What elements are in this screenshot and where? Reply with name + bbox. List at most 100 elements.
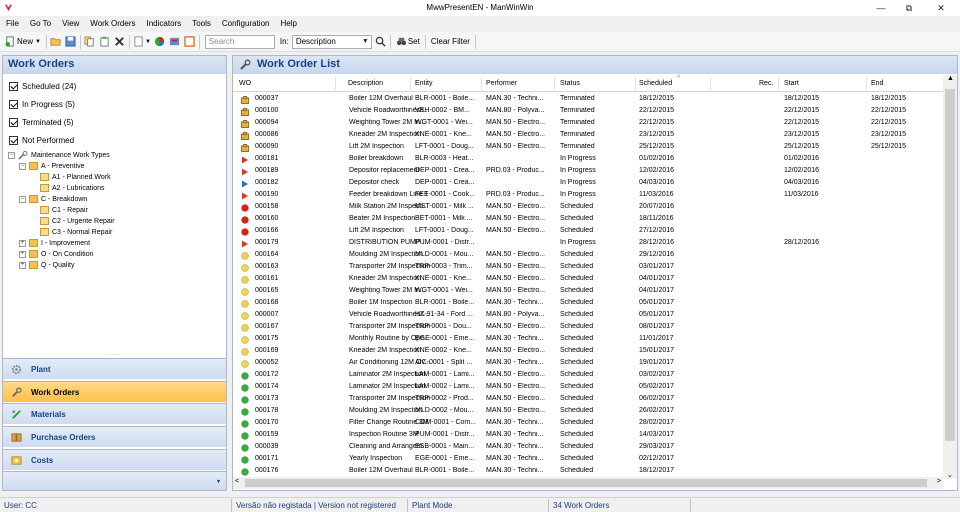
page-dropdown-icon[interactable]: ▼	[145, 39, 151, 45]
table-row[interactable]: 000181 Boiler breakdown BLR-0003 - Heat...…	[233, 154, 943, 166]
tree-node-a2[interactable]: A2 - Lubrications	[40, 183, 105, 193]
table-row[interactable]: 000052 Air Conditioning 12M Ov... AIC-0001…	[233, 358, 943, 370]
tree-node-c-breakdown[interactable]: − C - Breakdown	[19, 194, 87, 204]
column-divider[interactable]	[778, 77, 779, 90]
tree-node-q-quality[interactable]: + Q - Quality	[19, 260, 74, 270]
table-row[interactable]: 000160 Beater 2M Inspection BET-0001 - Mil…	[233, 214, 943, 226]
table-row[interactable]: 000037 Boiler 12M Overhaul BLR-0001 - Boil…	[233, 94, 943, 106]
vertical-scroll-thumb[interactable]	[945, 89, 955, 441]
expand-icon[interactable]: +	[19, 261, 26, 269]
column-divider[interactable]	[335, 77, 336, 90]
column-header-description[interactable]: Description	[348, 80, 383, 87]
column-header-entity[interactable]: Entity	[415, 80, 433, 87]
table-row[interactable]: 000161 Kneader 2M Inspection KNE-0001 - Kn…	[233, 274, 943, 286]
collapse-icon[interactable]: −	[8, 151, 15, 159]
search-icon[interactable]	[375, 36, 386, 47]
horizontal-scrollbar[interactable]: < >	[233, 477, 943, 489]
report-icon[interactable]	[169, 36, 180, 47]
table-row[interactable]: 000178 Moulding 2M Inspection MLD-0002 - M…	[233, 406, 943, 418]
table-row[interactable]: 000163 Transporter 2M Inspection TRP-0003 …	[233, 262, 943, 274]
scroll-left-icon[interactable]: <	[235, 478, 239, 485]
column-divider[interactable]	[635, 77, 636, 90]
paste-icon[interactable]	[99, 36, 110, 47]
menu-work-orders[interactable]: Work Orders	[90, 19, 135, 28]
menu-go-to[interactable]: Go To	[30, 19, 51, 28]
column-divider[interactable]	[710, 77, 711, 90]
maximize-button[interactable]: ⧉	[896, 1, 922, 15]
nav-overflow[interactable]: ▾	[3, 471, 226, 490]
table-row[interactable]: 000173 Transporter 2M Inspection TRP-0002 …	[233, 394, 943, 406]
table-row[interactable]: 000172 Laminator 2M Inspection LAM-0001 - …	[233, 370, 943, 382]
filter-in-progress[interactable]: In Progress (5)	[9, 100, 75, 109]
table-row[interactable]: 000039 Cleaning and Arrangem... ESB-0001 -…	[233, 442, 943, 454]
search-field-select[interactable]: Description ▼	[291, 34, 372, 49]
column-header-wo[interactable]: WO	[239, 80, 251, 87]
table-row[interactable]: 000165 Weighting Tower 2M In... WGT-0001 -…	[233, 286, 943, 298]
horizontal-scroll-thumb[interactable]	[245, 479, 927, 487]
menu-help[interactable]: Help	[280, 19, 296, 28]
table-row[interactable]: 000159 Inspection Routine 3M PUM-0001 - Di…	[233, 430, 943, 442]
column-divider[interactable]	[481, 77, 482, 90]
table-row[interactable]: 000100 Vehicle Roadworthiness... VEH-0002 …	[233, 106, 943, 118]
menu-view[interactable]: View	[62, 19, 79, 28]
clear-filter-button[interactable]: Clear Filter	[429, 34, 472, 50]
tree-node-c1[interactable]: C1 - Repair	[40, 205, 88, 215]
table-row[interactable]: 000170 Filter Change Routine 3M COM-0001 -…	[233, 418, 943, 430]
column-header-end[interactable]: End	[871, 80, 883, 87]
delete-icon[interactable]	[114, 36, 125, 47]
tree-node-c3[interactable]: C3 - Normal Repair	[40, 227, 112, 237]
table-row[interactable]: 000166 Lift 2M Inspection LFT-0001 - Doug.…	[233, 226, 943, 238]
table-row[interactable]: 000182 Depositor check DEP-0001 - Crea... I…	[233, 178, 943, 190]
calendar-icon[interactable]	[184, 36, 195, 47]
table-row[interactable]: 000174 Laminator 2M Inspection LAM-0002 - …	[233, 382, 943, 394]
checkbox[interactable]	[9, 118, 18, 127]
collapse-icon[interactable]: −	[19, 195, 26, 203]
checkbox[interactable]	[9, 136, 18, 145]
table-row[interactable]: 000189 Depositor replacement DEP-0001 - Cr…	[233, 166, 943, 178]
table-row[interactable]: 000158 Milk Station 2M Inspecti... MST-000…	[233, 202, 943, 214]
vertical-scrollbar[interactable]: ▲ ⌄	[943, 75, 957, 479]
close-button[interactable]: ✕	[928, 1, 954, 15]
column-divider[interactable]	[410, 77, 411, 90]
table-row[interactable]: 000094 Weighting Tower 2M In... WGT-0001 -…	[233, 118, 943, 130]
table-row[interactable]: 000007 Vehicle Roadworthiness... HZ-91-34 …	[233, 310, 943, 322]
tree-node-a-preventive[interactable]: − A - Preventive	[19, 161, 85, 171]
panel-splitter[interactable]: ·····	[3, 352, 226, 358]
tree-node-o-on-condition[interactable]: + O - On Condition	[19, 249, 94, 259]
scroll-up-icon[interactable]: ▲	[947, 75, 954, 82]
set-filter-button[interactable]: Set	[394, 34, 422, 50]
scroll-right-icon[interactable]: >	[937, 478, 941, 485]
column-divider[interactable]	[866, 77, 867, 90]
tree-node-i-improvement[interactable]: + I - Improvement	[19, 238, 90, 248]
filter-scheduled[interactable]: Scheduled (24)	[9, 82, 76, 91]
collapse-icon[interactable]: −	[19, 162, 26, 170]
table-row[interactable]: 000090 Lift 2M Inspection LFT-0001 - Doug.…	[233, 142, 943, 154]
table-row[interactable]: 000167 Transporter 2M Inspection TRP-0001 …	[233, 322, 943, 334]
table-row[interactable]: 000168 Boiler 1M Inspection BLR-0001 - Boi…	[233, 298, 943, 310]
table-row[interactable]: 000179 DISTRIBUTION PUMP ... PUM-0001 - Di…	[233, 238, 943, 250]
table-row[interactable]: 000086 Kneader 2M Inspection KNE-0001 - Kn…	[233, 130, 943, 142]
nav-materials[interactable]: Materials	[3, 403, 226, 424]
nav-costs[interactable]: Costs	[3, 449, 226, 470]
chevron-down-icon[interactable]: ▾	[217, 478, 220, 485]
table-row[interactable]: 000175 Monthly Routine by Ope... EGE-0001 …	[233, 334, 943, 346]
tree-node-a1[interactable]: A1 - Planned Work	[40, 172, 111, 182]
table-row[interactable]: 000171 Yearly Inspection EGE-0001 - Eme...…	[233, 454, 943, 466]
color-wheel-icon[interactable]	[154, 36, 165, 47]
checkbox[interactable]	[9, 82, 18, 91]
expand-icon[interactable]: +	[19, 250, 26, 258]
new-button[interactable]: New ▼	[3, 34, 43, 50]
new-dropdown-icon[interactable]: ▼	[35, 39, 41, 45]
column-header-scheduled[interactable]: Scheduled	[639, 80, 672, 87]
column-header-performer[interactable]: Performer	[486, 80, 517, 87]
filter-terminated[interactable]: Terminated (5)	[9, 118, 74, 127]
column-header-start[interactable]: Start	[784, 80, 799, 87]
open-folder-icon[interactable]	[50, 36, 61, 47]
tree-node-c2[interactable]: C2 - Urgente Repair	[40, 216, 115, 226]
nav-work-orders[interactable]: Work Orders	[3, 381, 226, 402]
page-icon[interactable]	[133, 36, 144, 47]
table-row[interactable]: 000164 Moulding 2M Inspection MLD-0001 - M…	[233, 250, 943, 262]
scroll-down-icon[interactable]: ⌄	[947, 471, 953, 479]
menu-configuration[interactable]: Configuration	[222, 19, 270, 28]
nav-purchase-orders[interactable]: Purchase Orders	[3, 426, 226, 447]
